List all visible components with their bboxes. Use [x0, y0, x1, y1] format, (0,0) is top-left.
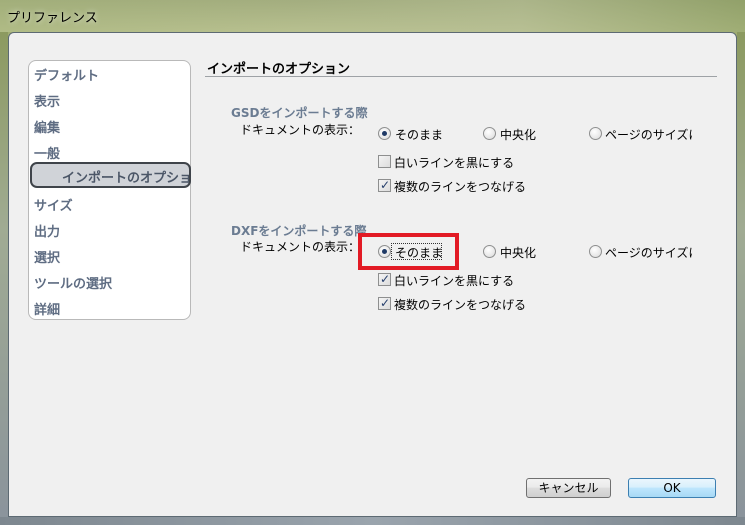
gsd-display-label: ドキュメントの表示： — [240, 123, 361, 137]
window-title: プリファレンス — [7, 11, 98, 26]
dxf-join-lines-checkbox[interactable] — [378, 296, 391, 310]
nav-item-default[interactable]: デフォルト — [34, 65, 99, 84]
window-frame-left — [0, 32, 8, 525]
gsd-white-to-black-checkbox[interactable] — [378, 155, 391, 168]
gsd-radio-center[interactable] — [483, 127, 496, 140]
nav-item-import-options[interactable]: インポートのオプション — [30, 162, 191, 188]
dxf-radio-fit-page-label: ページのサイズに — [605, 246, 693, 260]
dxf-radio-fit-page[interactable] — [589, 245, 602, 258]
dxf-radio-center[interactable] — [483, 245, 496, 258]
dxf-white-to-black-label: 白いラインを黒にする — [394, 274, 515, 288]
section-title: インポートのオプション — [207, 62, 351, 77]
window-frame-bottom — [0, 517, 745, 525]
nav-item-edit[interactable]: 編集 — [34, 117, 60, 136]
dxf-display-label: ドキュメントの表示： — [240, 240, 361, 254]
gsd-join-lines-checkbox[interactable] — [378, 178, 391, 192]
gsd-join-lines-label: 複数のラインをつなげる — [394, 180, 527, 194]
dxf-white-to-black-checkbox[interactable] — [378, 272, 391, 286]
dxf-radio-as-is[interactable] — [378, 245, 391, 258]
gsd-radio-fit-page[interactable] — [589, 127, 602, 140]
nav-item-selection[interactable]: 選択 — [34, 247, 60, 266]
title-bar[interactable]: プリファレンス — [0, 0, 745, 32]
gsd-radio-fit-page-label: ページのサイズに — [605, 128, 693, 142]
gsd-group-label: GSDをインポートする際 — [231, 106, 368, 120]
nav-item-output[interactable]: 出力 — [34, 221, 60, 240]
nav-item-details[interactable]: 詳細 — [34, 299, 60, 318]
dxf-radio-as-is-label: そのまま — [395, 246, 444, 260]
dxf-radio-center-label: 中央化 — [500, 246, 537, 260]
dxf-join-lines-label: 複数のラインをつなげる — [394, 298, 527, 312]
window-frame-right — [737, 32, 745, 525]
gsd-radio-as-is[interactable] — [378, 127, 391, 140]
nav-item-display[interactable]: 表示 — [34, 91, 60, 110]
ok-button[interactable]: OK — [628, 478, 716, 498]
section-divider — [205, 76, 717, 77]
dxf-group-label: DXFをインポートする際 — [231, 224, 367, 238]
nav-item-general[interactable]: 一般 — [34, 143, 60, 162]
gsd-radio-center-label: 中央化 — [500, 128, 537, 142]
gsd-radio-as-is-label: そのまま — [395, 128, 444, 142]
nav-item-size[interactable]: サイズ — [34, 195, 73, 214]
cancel-button[interactable]: キャンセル — [526, 478, 611, 498]
gsd-white-to-black-label: 白いラインを黒にする — [394, 156, 515, 170]
nav-item-tool-selection[interactable]: ツールの選択 — [34, 273, 112, 292]
